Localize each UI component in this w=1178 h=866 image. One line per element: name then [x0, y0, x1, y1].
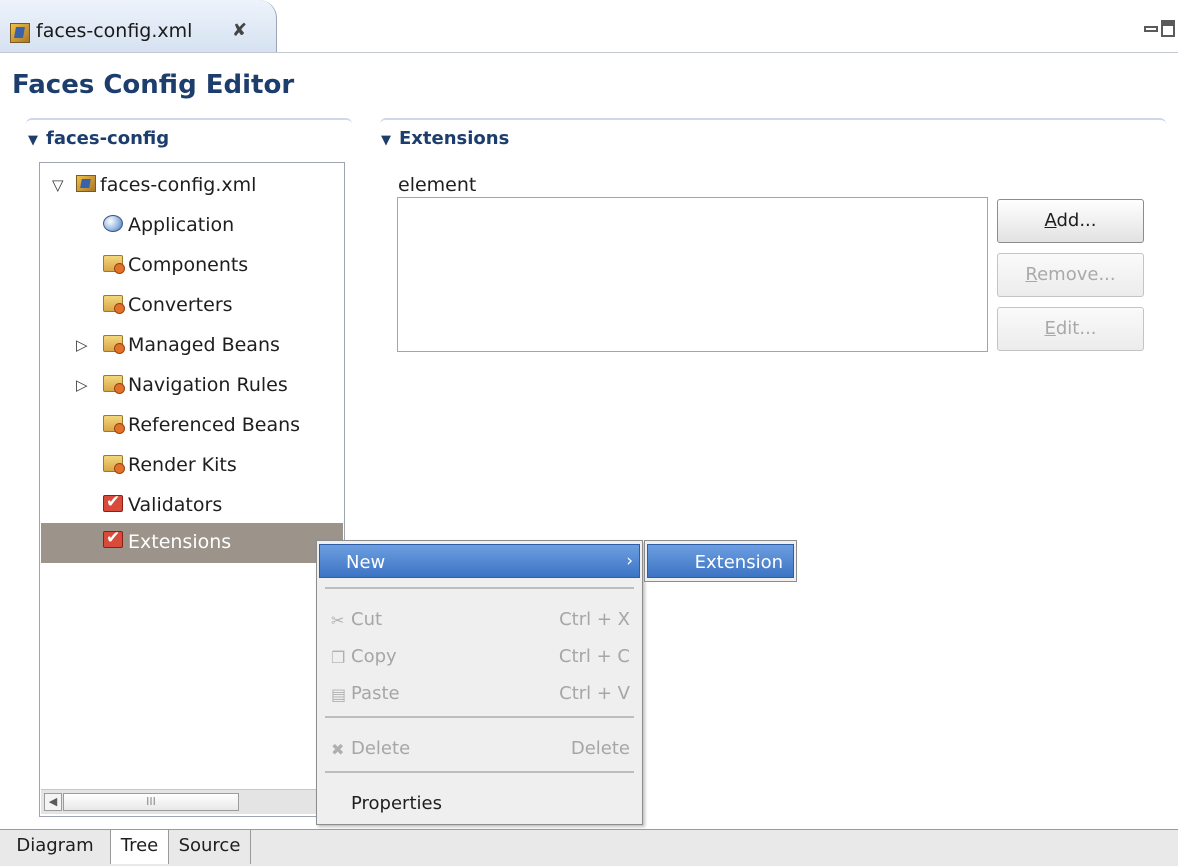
menu-separator — [325, 587, 634, 589]
tree-item-converters[interactable]: Converters — [40, 287, 342, 321]
menu-item-copy[interactable]: ❐ Copy Ctrl + C — [317, 638, 642, 674]
menu-item-cut[interactable]: ✂ Cut Ctrl + X — [317, 601, 642, 637]
menu-item-label: Delete — [351, 738, 411, 759]
menu-item-properties[interactable]: Properties — [317, 785, 642, 821]
menu-item-new[interactable]: New › — [319, 544, 640, 578]
submenu-arrow-icon: › — [626, 551, 633, 571]
faces-config-tree[interactable]: ▽ faces-config.xml Application Component… — [39, 162, 345, 817]
tree-collapsed-icon[interactable]: ▷ — [76, 376, 88, 394]
minimize-icon[interactable] — [1144, 26, 1158, 32]
menu-item-label: Paste — [351, 683, 400, 704]
tree-item-navigation-rules[interactable]: ▷ Navigation Rules — [40, 367, 342, 401]
tab-tree[interactable]: Tree — [110, 830, 169, 864]
menu-item-accelerator: Ctrl + C — [558, 646, 630, 667]
add-button[interactable]: Add... — [997, 199, 1144, 243]
tree-section-title: faces-config — [46, 128, 170, 149]
tree-item-referenced-beans[interactable]: Referenced Beans — [40, 407, 342, 441]
xml-file-icon — [76, 175, 96, 192]
edit-button-label: dit... — [1055, 318, 1097, 339]
tree-item-managed-beans[interactable]: ▷ Managed Beans — [40, 327, 342, 361]
tree-item-label: Components — [128, 254, 249, 276]
add-button-label: dd... — [1056, 210, 1097, 231]
menu-item-delete[interactable]: ✖ Delete Delete — [317, 730, 642, 766]
editor-tab-faces-config[interactable]: faces-config.xml ✘ — [0, 0, 277, 52]
tree-section-rule — [26, 118, 352, 126]
remove-button-mnemonic: R — [1025, 264, 1038, 285]
menu-item-label: Copy — [351, 646, 397, 667]
menu-item-label: Properties — [351, 793, 442, 814]
check-icon — [103, 528, 123, 548]
editor-tab-strip: faces-config.xml ✘ — [0, 0, 1178, 53]
tree-item-label: Render Kits — [128, 454, 237, 476]
edit-button[interactable]: Edit... — [997, 307, 1144, 351]
copy-icon: ❐ — [331, 648, 346, 667]
context-menu: New › ✂ Cut Ctrl + X ❐ Copy Ctrl + C ▤ P… — [316, 540, 643, 825]
tree-horizontal-scrollbar[interactable]: ◀ III — [41, 789, 343, 814]
tree-item-extensions[interactable]: Extensions — [41, 523, 343, 563]
folder-icon — [103, 255, 125, 274]
element-list-label: element — [398, 174, 477, 196]
tree-item-label: Managed Beans — [128, 334, 280, 356]
menu-item-accelerator: Ctrl + X — [559, 609, 630, 630]
editor-tab-label: faces-config.xml — [36, 20, 193, 42]
tree-item-render-kits[interactable]: Render Kits — [40, 447, 342, 481]
menu-item-paste[interactable]: ▤ Paste Ctrl + V — [317, 675, 642, 711]
tree-item-label: Referenced Beans — [128, 414, 301, 436]
menu-item-label: Cut — [351, 609, 383, 630]
extensions-section-rule — [380, 118, 1166, 126]
tree-item-components[interactable]: Components — [40, 247, 342, 281]
folder-icon — [103, 375, 125, 394]
tab-source[interactable]: Source — [169, 830, 251, 864]
tree-item-root[interactable]: ▽ faces-config.xml — [40, 167, 342, 201]
extensions-section-header[interactable]: ▼ Extensions — [381, 128, 509, 149]
tree-section-header[interactable]: ▼ faces-config — [28, 128, 169, 149]
close-tab-icon[interactable]: ✘ — [232, 20, 247, 41]
application-icon — [103, 215, 123, 232]
menu-item-accelerator: Ctrl + V — [559, 683, 630, 704]
editor-page-tabs: Diagram Tree Source — [0, 829, 1178, 866]
tree-item-label: Converters — [128, 294, 233, 316]
scissors-icon: ✂ — [331, 611, 345, 630]
tree-collapsed-icon[interactable]: ▷ — [76, 336, 88, 354]
folder-icon — [103, 455, 125, 474]
scrollbar-thumb[interactable]: III — [63, 793, 239, 811]
delete-x-icon: ✖ — [331, 740, 345, 759]
page-title: Faces Config Editor — [12, 70, 295, 100]
folder-icon — [103, 335, 125, 354]
remove-button-label: emove... — [1037, 264, 1116, 285]
section-collapse-icon: ▼ — [381, 133, 391, 148]
remove-button[interactable]: Remove... — [997, 253, 1144, 297]
menu-item-label: New — [346, 552, 386, 573]
section-collapse-icon: ▼ — [28, 133, 38, 148]
xml-file-icon — [10, 23, 30, 43]
submenu-item-extension[interactable]: Extension — [647, 544, 794, 578]
tree-item-label: Validators — [128, 494, 223, 516]
tree-item-label: Application — [128, 214, 235, 236]
folder-icon — [103, 295, 125, 314]
menu-separator — [325, 771, 634, 773]
add-button-mnemonic: A — [1044, 210, 1057, 231]
menu-separator — [325, 716, 634, 718]
element-list[interactable] — [397, 197, 988, 352]
folder-icon — [103, 415, 125, 434]
tree-expanded-icon[interactable]: ▽ — [52, 176, 64, 194]
tree-item-label: faces-config.xml — [100, 174, 257, 196]
menu-item-accelerator: Delete — [570, 738, 630, 759]
tab-diagram[interactable]: Diagram — [0, 830, 111, 864]
check-icon — [103, 492, 123, 512]
tree-item-label: Extensions — [128, 531, 232, 553]
clipboard-icon: ▤ — [331, 685, 347, 704]
edit-button-mnemonic: E — [1044, 318, 1056, 339]
scroll-left-icon[interactable]: ◀ — [44, 793, 62, 811]
tree-item-label: Navigation Rules — [128, 374, 288, 396]
tree-item-validators[interactable]: Validators — [40, 487, 342, 521]
new-submenu: Extension — [644, 540, 797, 582]
extensions-section-title: Extensions — [399, 128, 510, 149]
maximize-icon[interactable] — [1161, 20, 1175, 37]
submenu-item-label: Extension — [694, 552, 783, 573]
tree-item-application[interactable]: Application — [40, 207, 342, 241]
